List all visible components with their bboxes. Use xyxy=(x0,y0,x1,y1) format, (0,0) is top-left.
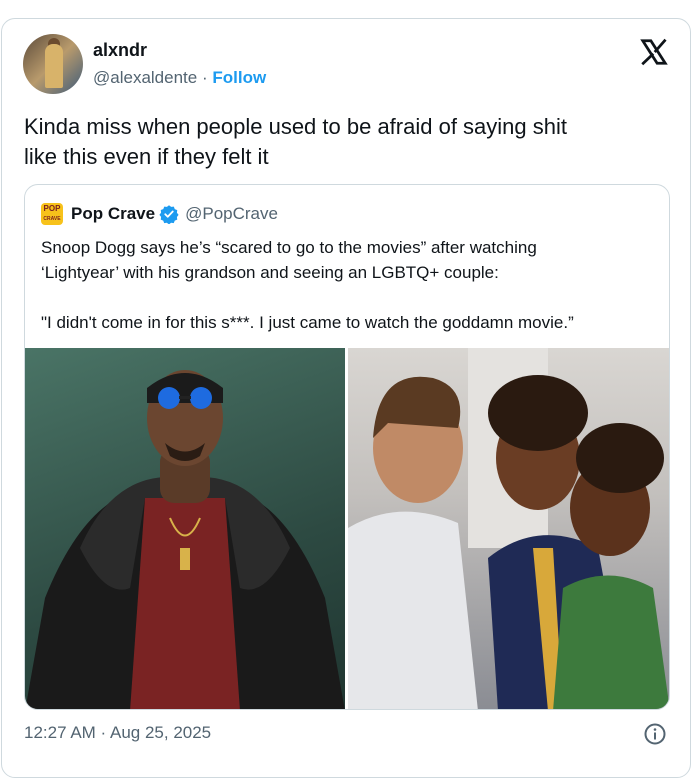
tweet-text-line: Kinda miss when people used to be afraid… xyxy=(24,114,567,139)
avatar-figure-body xyxy=(45,44,63,88)
lightyear-animated-still[interactable] xyxy=(348,348,669,709)
author-avatar[interactable] xyxy=(23,34,83,94)
author-name[interactable]: alxndr xyxy=(93,40,147,61)
author-handle-row: @alexaldente · Follow xyxy=(93,68,266,88)
timestamp[interactable]: 12:27 AM · Aug 25, 2025 xyxy=(24,723,211,743)
tweet-text-line: like this even if they felt it xyxy=(24,144,269,169)
quoted-tweet[interactable]: POP CRAVE Pop Crave @PopCrave Snoop Dogg … xyxy=(24,184,670,710)
quoted-text-line: Snoop Dogg says he’s “scared to go to th… xyxy=(41,238,537,257)
snoop-dogg-illustration xyxy=(25,370,345,709)
separator-dot: · xyxy=(201,68,208,87)
quoted-text-spacer xyxy=(41,285,651,310)
lightyear-illustration xyxy=(348,348,669,709)
quoted-header: POP CRAVE Pop Crave @PopCrave xyxy=(41,203,278,225)
quoted-text: Snoop Dogg says he’s “scared to go to th… xyxy=(41,235,651,335)
quoted-author-handle[interactable]: @PopCrave xyxy=(185,204,278,224)
info-icon[interactable] xyxy=(643,722,667,746)
snoop-dogg-photo[interactable] xyxy=(25,348,345,709)
author-handle[interactable]: @alexaldente xyxy=(93,68,197,87)
follow-button[interactable]: Follow xyxy=(212,68,266,87)
tweet-text: Kinda miss when people used to be afraid… xyxy=(24,112,664,172)
quoted-text-line: "I didn't come in for this s***. I just … xyxy=(41,313,574,332)
quoted-author-name[interactable]: Pop Crave xyxy=(71,204,155,224)
pop-crave-logo[interactable]: POP CRAVE xyxy=(41,203,63,225)
quoted-text-line: ‘Lightyear’ with his grandson and seeing… xyxy=(41,263,499,282)
verified-badge-icon xyxy=(159,205,179,224)
x-logo-icon[interactable] xyxy=(639,37,669,67)
